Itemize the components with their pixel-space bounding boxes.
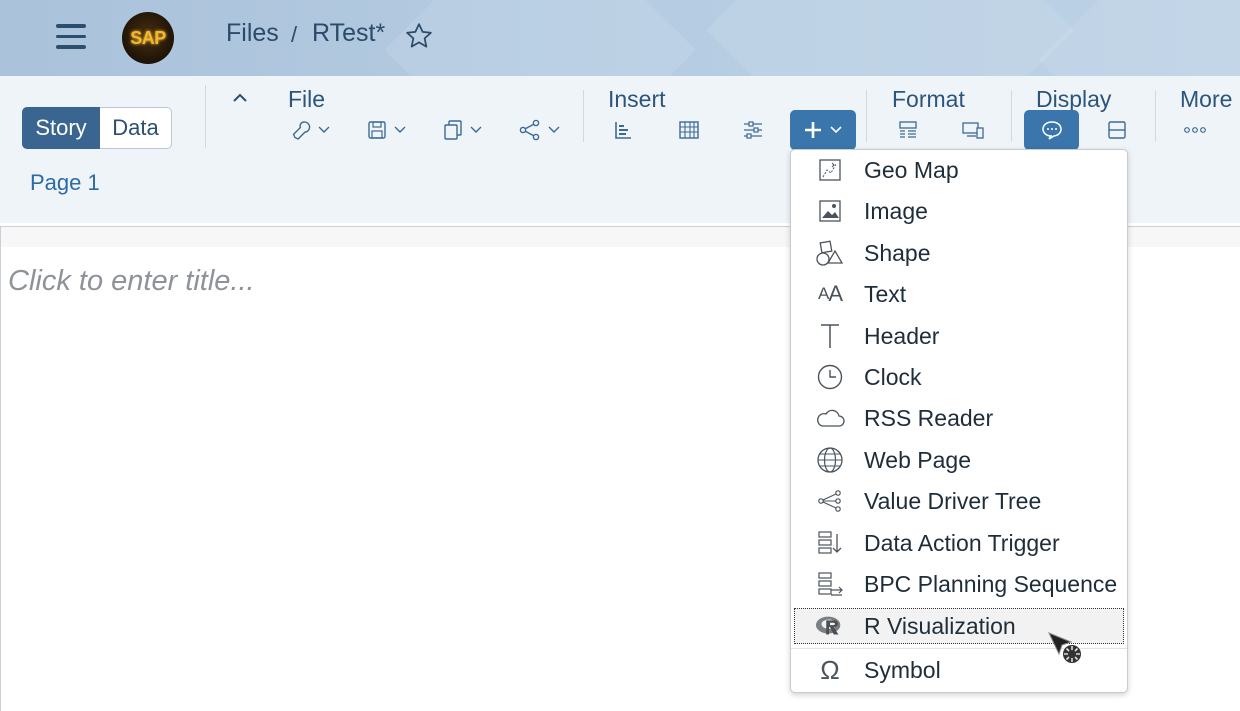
menu-item-image[interactable]: Image [791,191,1127,231]
document-title: RTest* [312,19,386,47]
chevron-down-icon [470,126,482,133]
header-icon [815,321,845,351]
story-mode-button[interactable]: Story [22,107,100,149]
file-group-label: File [288,86,326,112]
table-icon [679,121,699,139]
image-icon [815,196,845,226]
shape-icon [815,238,845,268]
hamburger-menu-icon[interactable] [56,24,86,54]
data-mode-button[interactable]: Data [100,107,172,149]
menu-item-shape[interactable]: Shape [791,233,1127,273]
menu-item-label: Value Driver Tree [864,487,1042,514]
menu-item-text[interactable]: AA Text [791,274,1127,314]
menu-item-clock[interactable]: Clock [791,357,1127,397]
menu-item-label: Shape [864,239,931,266]
insert-chart-button[interactable] [610,117,636,143]
menu-item-label: RSS Reader [864,404,994,431]
comments-toggle-button[interactable] [1024,110,1079,150]
insert-group-label: Insert [608,86,666,112]
chevron-down-icon [394,126,406,133]
r-icon [815,611,845,641]
menu-item-label: Web Page [864,446,971,473]
planning-sequence-icon [815,569,845,599]
format-styling-button[interactable] [896,117,920,143]
collapse-toolbar-icon[interactable] [230,90,250,106]
menu-item-header[interactable]: Header [791,316,1127,356]
device-preview-button[interactable] [960,117,986,143]
overflow-dots-icon [1184,127,1206,133]
copy-icon [444,120,462,140]
toolbar-separator [1155,90,1156,142]
data-action-icon [815,528,845,558]
save-menu[interactable] [364,117,410,143]
toolbar-separator [866,90,867,142]
display-group-label: Display [1036,86,1112,112]
globe-icon [815,445,845,475]
filter-controls-icon [744,121,762,139]
text-icon: AA [817,281,843,306]
edit-tools-menu[interactable] [288,117,334,143]
share-icon [519,119,540,141]
menu-item-label: Geo Map [864,156,959,183]
more-group-label: More [1180,86,1233,112]
favorite-star-icon[interactable] [404,21,434,51]
menu-item-label: Clock [864,363,922,390]
menu-item-value-driver-tree[interactable]: Value Driver Tree [791,481,1127,521]
shell-bar: SAP Files / RTest* [0,0,1240,76]
menu-item-geo-map[interactable]: Geo Map [791,150,1127,190]
comment-icon [1041,121,1062,140]
more-options-button[interactable] [1180,117,1210,143]
chevron-down-icon [830,126,842,134]
menu-item-label: R Visualization [864,612,1016,639]
format-group-label: Format [892,86,965,112]
copy-menu[interactable] [440,117,486,143]
breadcrumb-files-link[interactable]: Files [226,19,279,48]
layout-toggle-button[interactable] [1104,117,1130,143]
insert-more-button[interactable] [790,110,856,150]
tree-icon [815,486,845,516]
page-tab[interactable]: Page 1 [30,170,100,196]
breadcrumb-separator: / [291,22,298,47]
toolbar-separator [1011,90,1012,142]
plus-icon [805,122,821,138]
styling-icon [899,121,917,138]
share-menu[interactable] [516,117,564,143]
cloud-icon [815,403,845,433]
toolbar-separator [583,90,584,142]
menu-item-label: Symbol [864,656,941,683]
menu-item-label: Data Action Trigger [864,529,1060,556]
menu-item-label: Header [864,322,940,349]
geo-map-icon [815,155,845,185]
omega-icon: Ω [820,654,840,685]
insert-dropdown-menu: Geo Map Image Shape AA Text Header Clock… [790,149,1128,693]
clock-icon [815,362,845,392]
busy-cursor-icon [1046,630,1086,670]
menu-item-bpc-planning-sequence[interactable]: BPC Planning Sequence [791,564,1127,604]
insert-table-button[interactable] [676,117,702,143]
wrench-icon [292,121,311,140]
chevron-down-icon [548,126,560,133]
menu-item-data-action-trigger[interactable]: Data Action Trigger [791,523,1127,563]
menu-item-label: BPC Planning Sequence [864,570,1118,597]
menu-item-label: Text [864,280,907,307]
sap-logo[interactable]: SAP [122,12,174,64]
menu-item-web-page[interactable]: Web Page [791,440,1127,480]
chevron-down-icon [318,126,330,133]
menu-item-rss-reader[interactable]: RSS Reader [791,398,1127,438]
chart-icon [615,122,631,139]
save-icon [368,121,386,139]
toolbar-separator [205,85,206,148]
menu-item-label: Image [864,197,928,224]
story-title-placeholder[interactable]: Click to enter title... [8,265,255,298]
insert-input-control-button[interactable] [740,117,766,143]
layout-split-icon [1108,121,1126,139]
devices-icon [962,122,984,139]
